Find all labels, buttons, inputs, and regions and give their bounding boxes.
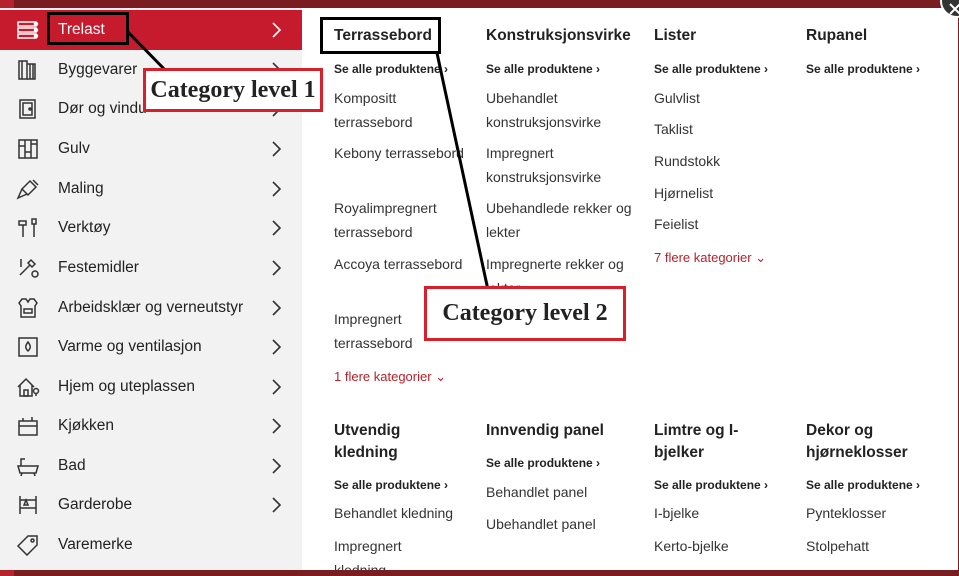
annotation-arrow-level2 (435, 52, 490, 291)
annotation-label-level2: Category level 2 (424, 286, 626, 341)
annotation-highlight-level1 (47, 12, 129, 45)
annotation-highlight-level2 (320, 17, 441, 54)
annotation-label-level1: Category level 1 (143, 68, 323, 112)
